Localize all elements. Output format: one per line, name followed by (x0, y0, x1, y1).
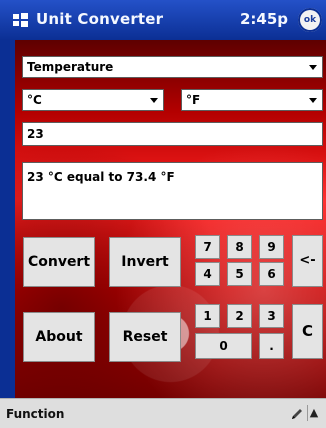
backspace-key[interactable]: <- (292, 235, 323, 287)
keypad-key-1[interactable]: 1 (195, 304, 220, 328)
value-input[interactable]: 23 (22, 122, 323, 146)
keypad-key-3[interactable]: 3 (259, 304, 284, 328)
windows-flag-icon[interactable] (12, 12, 30, 28)
keypad-key-8[interactable]: 8 (227, 235, 252, 259)
titlebar: Unit Converter 2:45p ok (0, 0, 326, 40)
result-output: 23 °C equal to 73.4 °F (22, 162, 323, 220)
pen-icon[interactable] (290, 407, 304, 421)
app-title: Unit Converter (36, 10, 164, 28)
reset-button[interactable]: Reset (109, 312, 181, 362)
chevron-down-icon (309, 65, 317, 70)
category-select-value: Temperature (27, 60, 114, 74)
from-unit-select[interactable]: °C (22, 89, 164, 111)
converter-panel: Temperature °C °F 23 23 °C equal to 73.4… (15, 40, 326, 398)
keypad-key-decimal[interactable]: . (259, 333, 284, 359)
clear-key[interactable]: C (292, 304, 323, 359)
about-button[interactable]: About (23, 312, 95, 362)
chevron-down-icon (309, 98, 317, 103)
keypad-key-4[interactable]: 4 (195, 262, 220, 286)
clock: 2:45p (239, 10, 288, 28)
convert-button[interactable]: Convert (23, 237, 95, 287)
chevron-down-icon (150, 98, 158, 103)
keypad-key-6[interactable]: 6 (259, 262, 284, 286)
pocket-pc-screen: Unit Converter 2:45p ok Temperature °C °… (0, 0, 326, 428)
value-input-text: 23 (27, 127, 44, 141)
result-text: 23 °C equal to 73.4 °F (27, 170, 175, 184)
triangle-up-icon[interactable]: ▲ (307, 405, 320, 421)
function-menu[interactable]: Function (6, 407, 64, 421)
keypad-key-2[interactable]: 2 (227, 304, 252, 328)
keypad-key-0[interactable]: 0 (195, 333, 252, 359)
category-select[interactable]: Temperature (22, 56, 323, 78)
keypad-key-7[interactable]: 7 (195, 235, 220, 259)
from-unit-value: °C (27, 93, 42, 107)
invert-button[interactable]: Invert (109, 237, 181, 287)
keypad-key-9[interactable]: 9 (259, 235, 284, 259)
bottom-bar: Function ▲ (0, 398, 326, 428)
to-unit-value: °F (186, 93, 201, 107)
ok-button[interactable]: ok (298, 8, 322, 32)
keypad-key-5[interactable]: 5 (227, 262, 252, 286)
to-unit-select[interactable]: °F (181, 89, 323, 111)
